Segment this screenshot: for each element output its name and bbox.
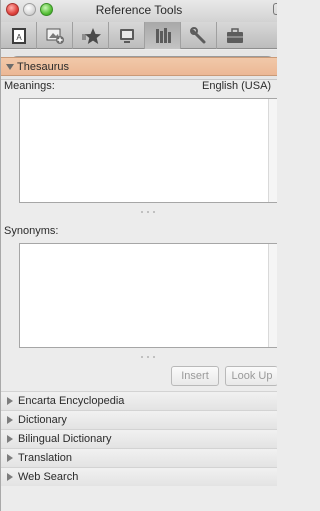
reference-books-icon	[155, 27, 171, 43]
collapsed-triangle-icon	[7, 416, 13, 424]
section-translation[interactable]: Translation	[1, 448, 277, 467]
tools-button[interactable]	[181, 22, 217, 49]
briefcase-button[interactable]	[217, 22, 253, 49]
section-label: Dictionary	[18, 414, 67, 426]
expanded-triangle-icon	[6, 64, 14, 70]
briefcase-icon	[227, 27, 243, 43]
collapsed-triangle-icon	[7, 397, 13, 405]
reference-book-icon: A	[11, 27, 26, 44]
collapsed-triangle-icon	[7, 473, 13, 481]
screen-button[interactable]	[109, 22, 145, 49]
favorites-star-icon	[81, 27, 101, 44]
favorites-button[interactable]	[73, 22, 109, 49]
reference-sections: Encarta Encyclopedia Dictionary Bilingua…	[1, 391, 277, 486]
image-add-icon	[46, 28, 64, 44]
language-selector[interactable]: English (USA)	[202, 80, 271, 92]
collapsed-triangle-icon	[7, 454, 13, 462]
synonyms-list[interactable]	[19, 243, 277, 348]
reference-books-button[interactable]	[145, 22, 181, 49]
screen-icon	[119, 28, 134, 43]
meanings-resize-handle[interactable]	[141, 211, 155, 215]
section-label: Web Search	[18, 471, 79, 483]
section-label: Bilingual Dictionary	[18, 433, 112, 445]
title-bar[interactable]: Reference Tools	[1, 0, 277, 22]
meanings-scrollbar[interactable]	[268, 99, 277, 202]
toolbar-toggle-button[interactable]	[273, 3, 277, 15]
meanings-label: Meanings:	[4, 80, 55, 92]
section-label: Translation	[18, 452, 73, 464]
section-bilingual-dictionary[interactable]: Bilingual Dictionary	[1, 429, 277, 448]
synonyms-scrollbar[interactable]	[268, 244, 277, 347]
synonyms-label: Synonyms:	[4, 225, 59, 237]
wrench-icon	[189, 26, 205, 43]
toolbar: A	[1, 22, 277, 49]
collapsed-triangle-icon	[7, 435, 13, 443]
insert-button[interactable]: Insert	[171, 366, 219, 386]
reference-book-button[interactable]: A	[1, 22, 37, 49]
thesaurus-title: Thesaurus	[17, 61, 69, 73]
section-web-search[interactable]: Web Search	[1, 467, 277, 486]
reference-tools-window: Reference Tools A Word or Phrase Thesaur…	[0, 0, 277, 511]
svg-text:A: A	[16, 33, 22, 42]
look-up-button[interactable]: Look Up	[225, 366, 277, 386]
image-add-button[interactable]	[37, 22, 73, 49]
synonyms-resize-handle[interactable]	[141, 356, 155, 360]
window-title: Reference Tools	[95, 3, 183, 17]
section-encarta-encyclopedia[interactable]: Encarta Encyclopedia	[1, 391, 277, 410]
thesaurus-section-header[interactable]: Thesaurus	[1, 57, 277, 76]
section-dictionary[interactable]: Dictionary	[1, 410, 277, 429]
meanings-list[interactable]	[19, 98, 277, 203]
section-label: Encarta Encyclopedia	[18, 395, 125, 407]
